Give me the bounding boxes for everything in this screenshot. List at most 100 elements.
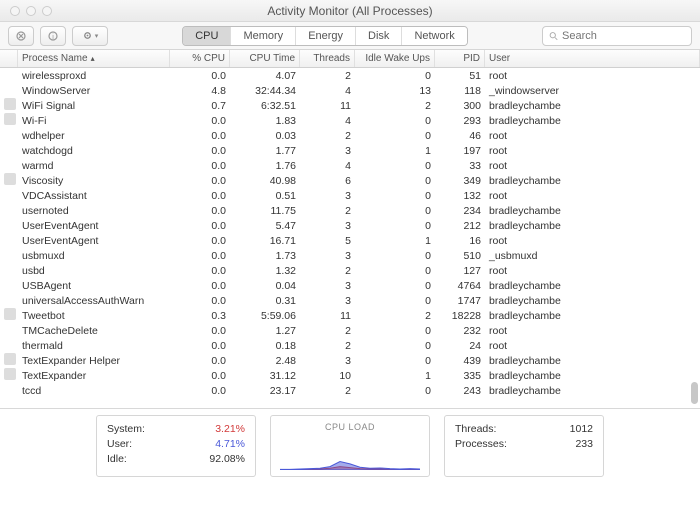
- pid-cell: 127: [435, 265, 485, 277]
- process-table[interactable]: wirelessproxd0.04.072051root WindowServer…: [0, 68, 700, 408]
- idle-cell: 0: [355, 340, 435, 352]
- app-icon: [4, 173, 16, 185]
- tab-energy[interactable]: Energy: [296, 27, 356, 45]
- threads-cell: 4: [300, 115, 355, 127]
- col-process-name[interactable]: Process Name▴: [18, 50, 170, 67]
- threads-cell: 2: [300, 340, 355, 352]
- pid-cell: 212: [435, 220, 485, 232]
- col-user[interactable]: User: [485, 50, 700, 67]
- inspect-process-button[interactable]: i: [40, 26, 66, 46]
- pid-cell: 335: [435, 370, 485, 382]
- table-row[interactable]: universalAccessAuthWarn0.00.31301747brad…: [0, 293, 700, 308]
- cpu-cell: 0.0: [170, 160, 230, 172]
- options-menu-button[interactable]: ▾: [72, 26, 108, 46]
- table-row[interactable]: WiFi Signal0.76:32.51112300bradleychambe: [0, 98, 700, 113]
- time-cell: 23.17: [230, 385, 300, 397]
- threads-cell: 2: [300, 325, 355, 337]
- col-idle-wake-ups[interactable]: Idle Wake Ups: [355, 50, 435, 67]
- table-row[interactable]: wirelessproxd0.04.072051root: [0, 68, 700, 83]
- pid-cell: 16: [435, 235, 485, 247]
- user-cell: bradleychambe: [485, 205, 700, 217]
- process-name-cell: TextExpander Helper: [18, 355, 170, 367]
- user-cell: root: [485, 160, 700, 172]
- table-row[interactable]: thermald0.00.182024root: [0, 338, 700, 353]
- scrollbar-thumb[interactable]: [691, 382, 698, 404]
- stop-process-button[interactable]: [8, 26, 34, 46]
- idle-cell: 0: [355, 325, 435, 337]
- process-name-cell: usbmuxd: [18, 250, 170, 262]
- idle-cell: 0: [355, 220, 435, 232]
- process-name-cell: Viscosity: [18, 175, 170, 187]
- table-row[interactable]: wdhelper0.00.032046root: [0, 128, 700, 143]
- table-row[interactable]: usbmuxd0.01.7330510_usbmuxd: [0, 248, 700, 263]
- process-name-cell: usbd: [18, 265, 170, 277]
- user-cell: _windowserver: [485, 85, 700, 97]
- time-cell: 1.83: [230, 115, 300, 127]
- idle-cell: 0: [355, 190, 435, 202]
- cpu-cell: 0.0: [170, 220, 230, 232]
- time-cell: 0.03: [230, 130, 300, 142]
- table-row[interactable]: Wi-Fi0.01.8340293bradleychambe: [0, 113, 700, 128]
- threads-cell: 4: [300, 85, 355, 97]
- col-cpu-time[interactable]: CPU Time: [230, 50, 300, 67]
- gear-icon: [82, 30, 93, 41]
- cpu-cell: 0.0: [170, 70, 230, 82]
- idle-cell: 1: [355, 370, 435, 382]
- process-name-cell: TextExpander: [18, 370, 170, 382]
- processes-value: 233: [575, 437, 593, 452]
- user-cell: bradleychambe: [485, 355, 700, 367]
- table-row[interactable]: Tweetbot0.35:59.0611218228bradleychambe: [0, 308, 700, 323]
- process-name-cell: WindowServer: [18, 85, 170, 97]
- col-pid[interactable]: PID: [435, 50, 485, 67]
- process-name-cell: TMCacheDelete: [18, 325, 170, 337]
- table-row[interactable]: TextExpander Helper0.02.4830439bradleych…: [0, 353, 700, 368]
- window-title: Activity Monitor (All Processes): [0, 4, 700, 18]
- pid-cell: 18228: [435, 310, 485, 322]
- search-icon: [549, 31, 558, 41]
- idle-cell: 0: [355, 130, 435, 142]
- table-row[interactable]: Viscosity0.040.9860349bradleychambe: [0, 173, 700, 188]
- table-row[interactable]: VDCAssistant0.00.5130132root: [0, 188, 700, 203]
- search-field[interactable]: [542, 26, 692, 46]
- user-cell: bradleychambe: [485, 385, 700, 397]
- col-cpu[interactable]: % CPU: [170, 50, 230, 67]
- threads-cell: 3: [300, 355, 355, 367]
- tab-disk[interactable]: Disk: [356, 27, 402, 45]
- chart-title: CPU LOAD: [325, 422, 375, 432]
- table-row[interactable]: USBAgent0.00.04304764bradleychambe: [0, 278, 700, 293]
- process-name-cell: WiFi Signal: [18, 100, 170, 112]
- table-row[interactable]: UserEventAgent0.05.4730212bradleychambe: [0, 218, 700, 233]
- cpu-cell: 0.7: [170, 100, 230, 112]
- table-row[interactable]: UserEventAgent0.016.715116root: [0, 233, 700, 248]
- tab-network[interactable]: Network: [402, 27, 466, 45]
- table-row[interactable]: usernoted0.011.7520234bradleychambe: [0, 203, 700, 218]
- user-label: User:: [107, 437, 132, 452]
- table-row[interactable]: WindowServer4.832:44.34413118_windowserv…: [0, 83, 700, 98]
- table-row[interactable]: TMCacheDelete0.01.2720232root: [0, 323, 700, 338]
- user-cell: bradleychambe: [485, 370, 700, 382]
- idle-cell: 0: [355, 385, 435, 397]
- process-name-cell: UserEventAgent: [18, 220, 170, 232]
- idle-cell: 0: [355, 205, 435, 217]
- pid-cell: 132: [435, 190, 485, 202]
- time-cell: 0.04: [230, 280, 300, 292]
- table-row[interactable]: tccd0.023.1720243bradleychambe: [0, 383, 700, 398]
- table-row[interactable]: warmd0.01.764033root: [0, 158, 700, 173]
- scrollbar[interactable]: [691, 68, 698, 408]
- pid-cell: 293: [435, 115, 485, 127]
- pid-cell: 4764: [435, 280, 485, 292]
- threads-cell: 11: [300, 310, 355, 322]
- tab-cpu[interactable]: CPU: [183, 27, 231, 45]
- user-cell: _usbmuxd: [485, 250, 700, 262]
- table-row[interactable]: TextExpander0.031.12101335bradleychambe: [0, 368, 700, 383]
- tab-memory[interactable]: Memory: [231, 27, 296, 45]
- table-row[interactable]: watchdogd0.01.7731197root: [0, 143, 700, 158]
- search-input[interactable]: [562, 30, 685, 42]
- table-row[interactable]: usbd0.01.3220127root: [0, 263, 700, 278]
- time-cell: 0.51: [230, 190, 300, 202]
- threads-cell: 2: [300, 70, 355, 82]
- col-threads[interactable]: Threads: [300, 50, 355, 67]
- threads-cell: 2: [300, 205, 355, 217]
- pid-cell: 234: [435, 205, 485, 217]
- pid-cell: 232: [435, 325, 485, 337]
